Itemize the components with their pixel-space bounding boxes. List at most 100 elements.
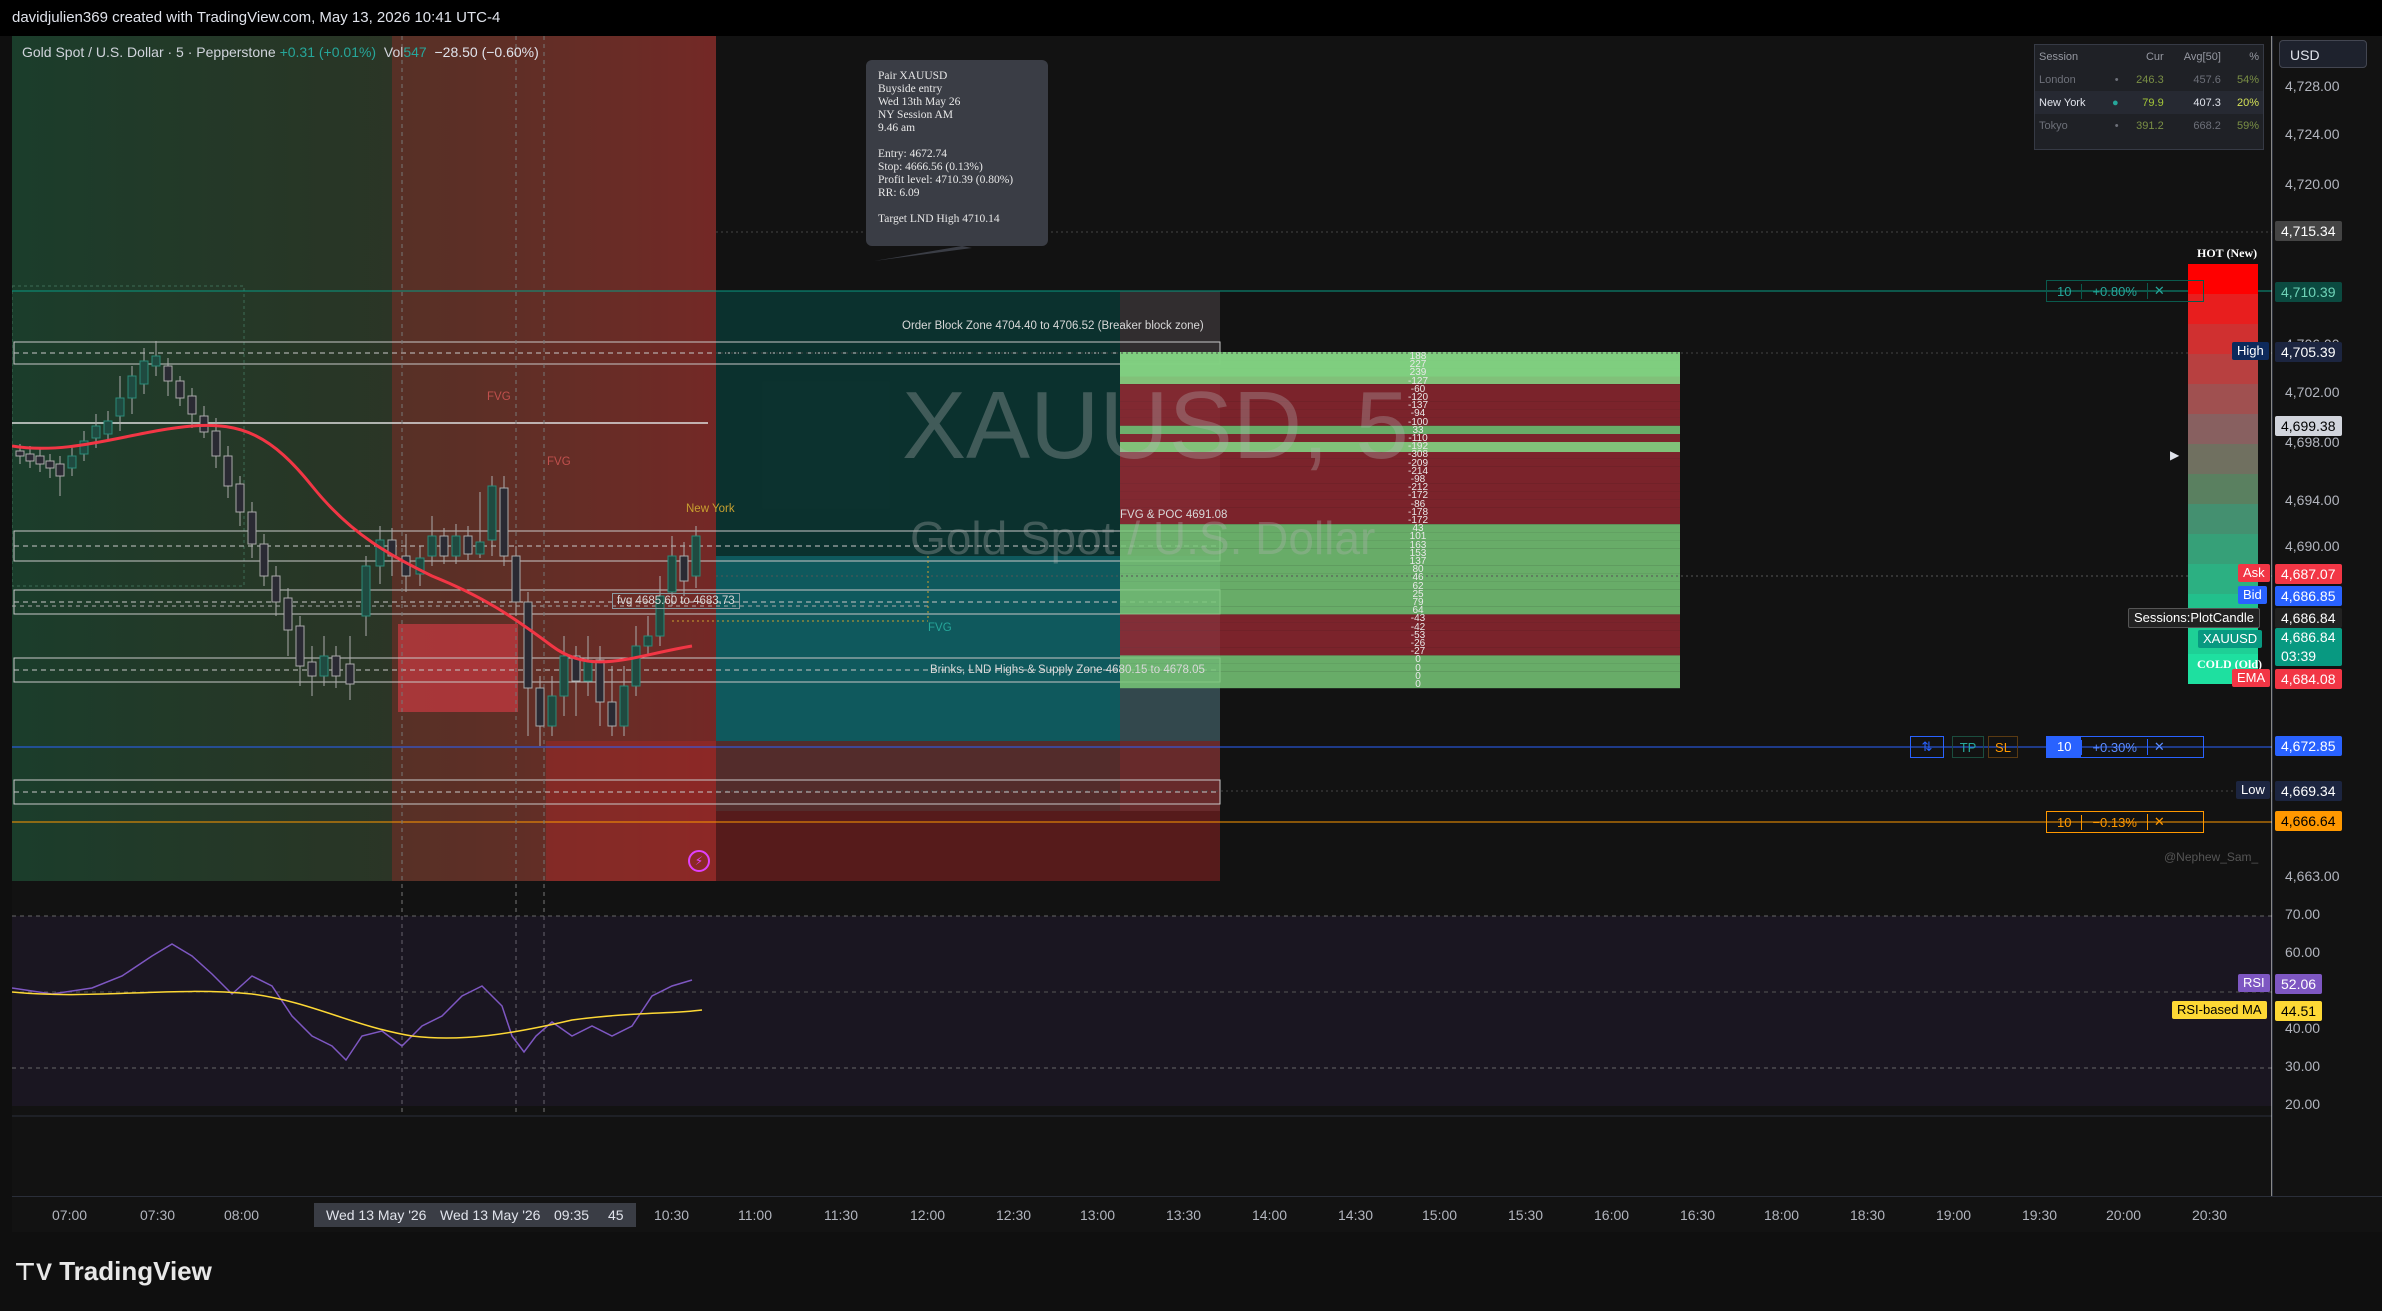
time-tick: 15:00	[1422, 1207, 1458, 1223]
heat-cell	[2188, 414, 2258, 444]
entry-qty[interactable]: 10	[2047, 737, 2082, 757]
candle-body	[115, 397, 125, 417]
session-pct: 54%	[2236, 73, 2259, 86]
tooltip-line: RR: 6.09	[878, 187, 920, 199]
stop-order-box[interactable]: 10 −0.13% ✕	[2046, 811, 2204, 833]
stop-qty[interactable]: 10	[2047, 815, 2081, 830]
price-tick: 4,702.00	[2285, 384, 2340, 400]
price-tick: 4,724.00	[2285, 126, 2340, 142]
fvg-tag: FVG	[487, 391, 511, 403]
candle-body	[67, 455, 77, 469]
tp-button[interactable]: TP	[1952, 736, 1984, 758]
currency-button[interactable]: USD	[2279, 40, 2367, 68]
lightning-icon[interactable]: ⚡	[688, 850, 710, 872]
time-tick: 19:00	[1936, 1207, 1972, 1223]
candle-body	[163, 365, 173, 382]
candle-body	[643, 635, 653, 647]
time-tick: 11:00	[738, 1207, 772, 1223]
chart-pane[interactable]: XAUUSD, 5 Gold Spot / U.S. Dollar Gold S…	[12, 36, 2272, 1196]
rsi-tick: 40.00	[2285, 1020, 2321, 1036]
footer: ⊤V TradingView	[0, 1232, 2382, 1311]
close-icon[interactable]: ✕	[2146, 283, 2171, 299]
candle-body	[345, 663, 355, 685]
time-tick: 16:30	[1680, 1207, 1716, 1223]
candle-body	[187, 395, 197, 415]
fvg-tag: FVG	[547, 456, 571, 468]
rsi-label: RSI	[2238, 974, 2270, 992]
heat-cell	[2188, 504, 2258, 534]
price-axis[interactable]: USD 4,728.004,724.004,720.004,716.004,71…	[2272, 36, 2382, 1196]
chart-canvas[interactable]	[12, 36, 2272, 1196]
sessions-header: Session	[2039, 50, 2079, 63]
legend-symbol[interactable]: Gold Spot / U.S. Dollar · 5 · Pepperston…	[22, 44, 276, 60]
candle-body	[463, 535, 473, 555]
attribution-text: davidjulien369 created with TradingView.…	[12, 9, 501, 26]
time-tick: 07:30	[140, 1207, 176, 1223]
time-tick: 11:30	[824, 1207, 858, 1223]
highlight-time-2: 45	[608, 1207, 624, 1223]
tooltip-line: Profit level: 4710.39 (0.80%)	[878, 174, 1014, 186]
time-axis[interactable]: 07:00 07:30 08:00 10:30 11:00 11:30 12:00 12:30…	[12, 1196, 2382, 1233]
tooltip-line: Pair XAUUSD	[878, 70, 948, 82]
session-avg: 668.2	[2193, 119, 2221, 132]
session-avg: 457.6	[2193, 73, 2221, 86]
tooltip-line: Stop: 4666.56 (0.13%)	[878, 161, 983, 173]
candle-body	[451, 535, 461, 557]
candle-body	[103, 420, 113, 435]
candle-body	[139, 360, 149, 385]
cur-header: Cur	[2145, 50, 2164, 63]
target-pct: +0.80%	[2081, 283, 2146, 299]
close-icon[interactable]: ✕	[2146, 814, 2171, 830]
candle-body	[475, 541, 485, 555]
stop-zone	[546, 741, 1220, 881]
candle-body	[619, 685, 629, 727]
credit-text: @Nephew_Sam_	[2164, 850, 2259, 864]
session-cur: 79.9	[2142, 96, 2164, 109]
rsi-tick: 60.00	[2285, 944, 2321, 960]
bid-price-tag: 4,686.85	[2275, 586, 2342, 606]
reverse-position-button[interactable]: ⇅	[1910, 736, 1944, 758]
candle-body	[487, 485, 497, 541]
brinks-zone-label[interactable]: Brinks, LND Highs & Supply Zone 4680.15 …	[930, 664, 1205, 676]
volume-profile-value: 0	[1415, 679, 1421, 690]
time-tick: 18:00	[1764, 1207, 1800, 1223]
time-tick: 14:30	[1338, 1207, 1374, 1223]
rsi-value-tag: 52.06	[2275, 974, 2323, 994]
time-tick: 12:00	[910, 1207, 946, 1223]
high-price-tag: 4,705.39	[2275, 342, 2342, 362]
trade-note-callout[interactable]: Pair XAUUSD Buyside entry Wed 13th May 26 N…	[866, 60, 1048, 246]
fvg-small-label[interactable]: fvg 4685.60 to 4683.73	[612, 593, 740, 609]
time-tick: 16:00	[1594, 1207, 1630, 1223]
fvg-poc-label[interactable]: FVG & POC 4691.08	[1120, 509, 1227, 521]
target-qty[interactable]: 10	[2047, 284, 2081, 299]
ema-label: EMA	[2232, 669, 2271, 687]
rsi-band	[12, 916, 2272, 1106]
stop-pct: −0.13%	[2081, 814, 2146, 830]
session-cur: 391.2	[2136, 119, 2164, 132]
time-range-highlight: Wed 13 May '26 Wed 13 May '26 09:35 45	[314, 1203, 636, 1227]
price-tick: 4,663.00	[2285, 868, 2340, 884]
candle-body	[247, 511, 257, 545]
candle-body	[151, 355, 161, 367]
ask-price-tag: 4,687.07	[2275, 564, 2342, 584]
tradingview-logo[interactable]: ⊤V TradingView	[14, 1256, 212, 1287]
symbol-legend[interactable]: Gold Spot / U.S. Dollar · 5 · Pepperston…	[22, 44, 539, 60]
order-block-label[interactable]: Order Block Zone 4704.40 to 4706.52 (Bre…	[902, 320, 1204, 332]
rsi-ma-label: RSI-based MA	[2172, 1001, 2267, 1019]
play-icon[interactable]: ▶	[2170, 448, 2179, 462]
target-order-box[interactable]: 10 +0.80% ✕	[2046, 280, 2204, 302]
close-icon[interactable]: ✕	[2146, 739, 2171, 755]
entry-order-box[interactable]: 10 +0.30% ✕	[2046, 736, 2204, 758]
tooltip-line: Wed 13th May 26	[878, 96, 961, 108]
time-tick: 08:00	[224, 1207, 260, 1223]
candle-body	[361, 565, 371, 617]
candle-body	[295, 625, 305, 667]
sl-button[interactable]: SL	[1988, 736, 2018, 758]
candle-body	[401, 555, 411, 577]
tooltip-line: Target LND High 4710.14	[878, 213, 1000, 225]
candle-body	[283, 597, 293, 631]
candle-body	[595, 659, 605, 703]
last-price: 4,686.84	[2281, 629, 2336, 645]
heat-cell	[2188, 474, 2258, 504]
highlight-date-2: Wed 13 May '26	[440, 1207, 541, 1223]
